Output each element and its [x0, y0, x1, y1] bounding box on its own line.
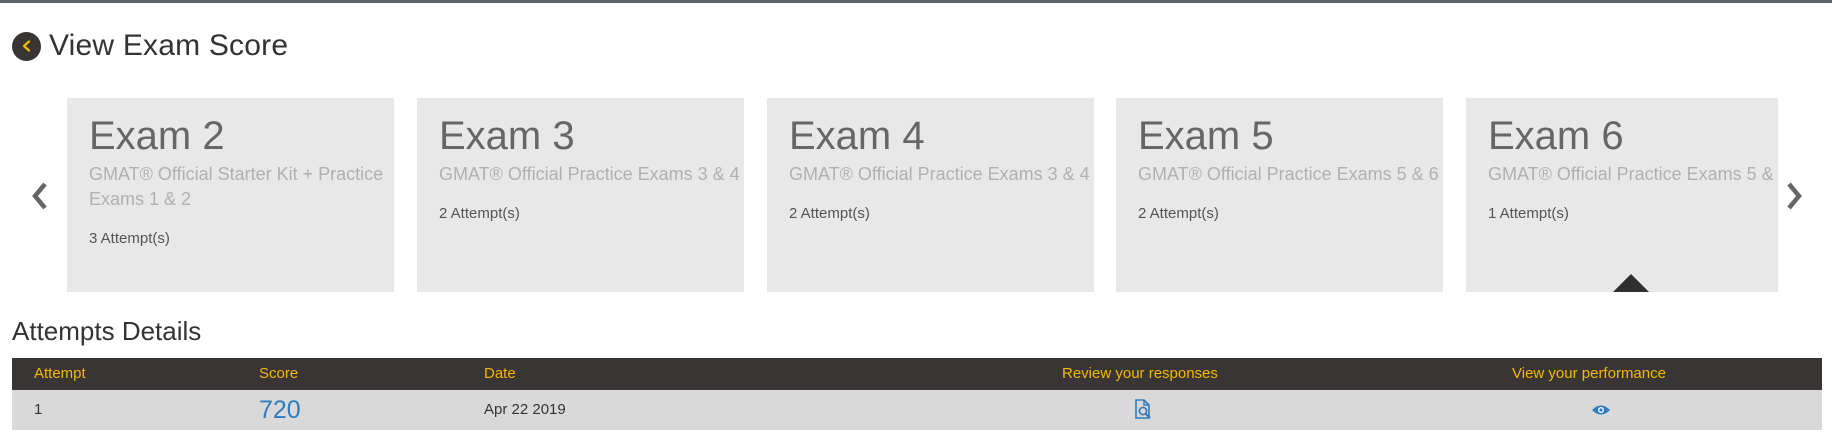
chevron-right-icon: [1787, 182, 1802, 210]
exam-card-attempts: 3 Attempt(s): [89, 230, 170, 247]
exam-card-subtitle: GMAT® Official Practice Exams 5 & 6: [1138, 164, 1439, 184]
document-search-icon: [1135, 399, 1151, 419]
exam-card-attempts: 2 Attempt(s): [439, 205, 520, 222]
exam-card-title: Exam 6: [1488, 114, 1624, 158]
exam-card-title: Exam 5: [1138, 114, 1274, 158]
carousel-prev-button[interactable]: [28, 178, 52, 214]
exam-card-title: Exam 3: [439, 114, 575, 158]
review-responses-button[interactable]: [1133, 390, 1153, 430]
column-header-review: Review your responses: [1062, 365, 1218, 382]
exam-card-selected[interactable]: Exam 6 GMAT® Official Practice Exams 5 &…: [1466, 98, 1778, 292]
eye-icon: [1592, 405, 1610, 415]
attempts-table: Attempt Score Date Review your responses…: [12, 358, 1822, 430]
exam-card-subtitle: GMAT® Official Practice Exams 5 & 6: [1488, 164, 1778, 184]
table-header: Attempt Score Date Review your responses…: [12, 358, 1822, 390]
exam-card-title: Exam 2: [89, 114, 225, 158]
table-row: 1 720 Apr 22 2019: [12, 390, 1822, 430]
column-header-performance: View your performance: [1512, 365, 1666, 382]
back-button[interactable]: [12, 31, 41, 61]
exam-card[interactable]: Exam 3 GMAT® Official Practice Exams 3 &…: [417, 98, 744, 292]
column-header-date: Date: [484, 365, 516, 382]
exam-card-subtitle: GMAT® Official Practice Exams 3 & 4: [789, 164, 1090, 184]
selected-card-indicator: [1613, 274, 1649, 292]
top-border: [0, 0, 1832, 3]
exam-card-attempts: 2 Attempt(s): [789, 205, 870, 222]
exam-carousel: Exam 2 GMAT® Official Starter Kit + Prac…: [0, 98, 1832, 292]
exam-card[interactable]: Exam 4 GMAT® Official Practice Exams 3 &…: [767, 98, 1094, 292]
carousel-next-button[interactable]: [1782, 178, 1806, 214]
score-link[interactable]: 720: [259, 390, 301, 430]
column-header-score: Score: [259, 365, 299, 382]
exam-card-subtitle: GMAT® Official Practice Exams 3 & 4: [439, 164, 740, 184]
exam-cards: Exam 2 GMAT® Official Starter Kit + Prac…: [67, 98, 1778, 292]
view-performance-button[interactable]: [1591, 390, 1611, 430]
chevron-left-icon: [32, 182, 47, 210]
attempt-date: Apr 22 2019: [484, 401, 566, 418]
column-header-attempt: Attempt: [34, 365, 86, 382]
exam-card-attempts: 2 Attempt(s): [1138, 205, 1219, 222]
chevron-left-icon: [22, 40, 30, 52]
exam-card[interactable]: Exam 5 GMAT® Official Practice Exams 5 &…: [1116, 98, 1443, 292]
page-header: View Exam Score: [12, 28, 288, 64]
attempts-details-title: Attempts Details: [12, 316, 202, 346]
exam-card[interactable]: Exam 2 GMAT® Official Starter Kit + Prac…: [67, 98, 394, 292]
exam-card-attempts: 1 Attempt(s): [1488, 205, 1569, 222]
page-title: View Exam Score: [49, 29, 289, 62]
exam-card-title: Exam 4: [789, 114, 925, 158]
attempt-number: 1: [34, 401, 43, 418]
exam-card-subtitle: GMAT® Official Starter Kit + Practice Ex…: [89, 164, 384, 209]
